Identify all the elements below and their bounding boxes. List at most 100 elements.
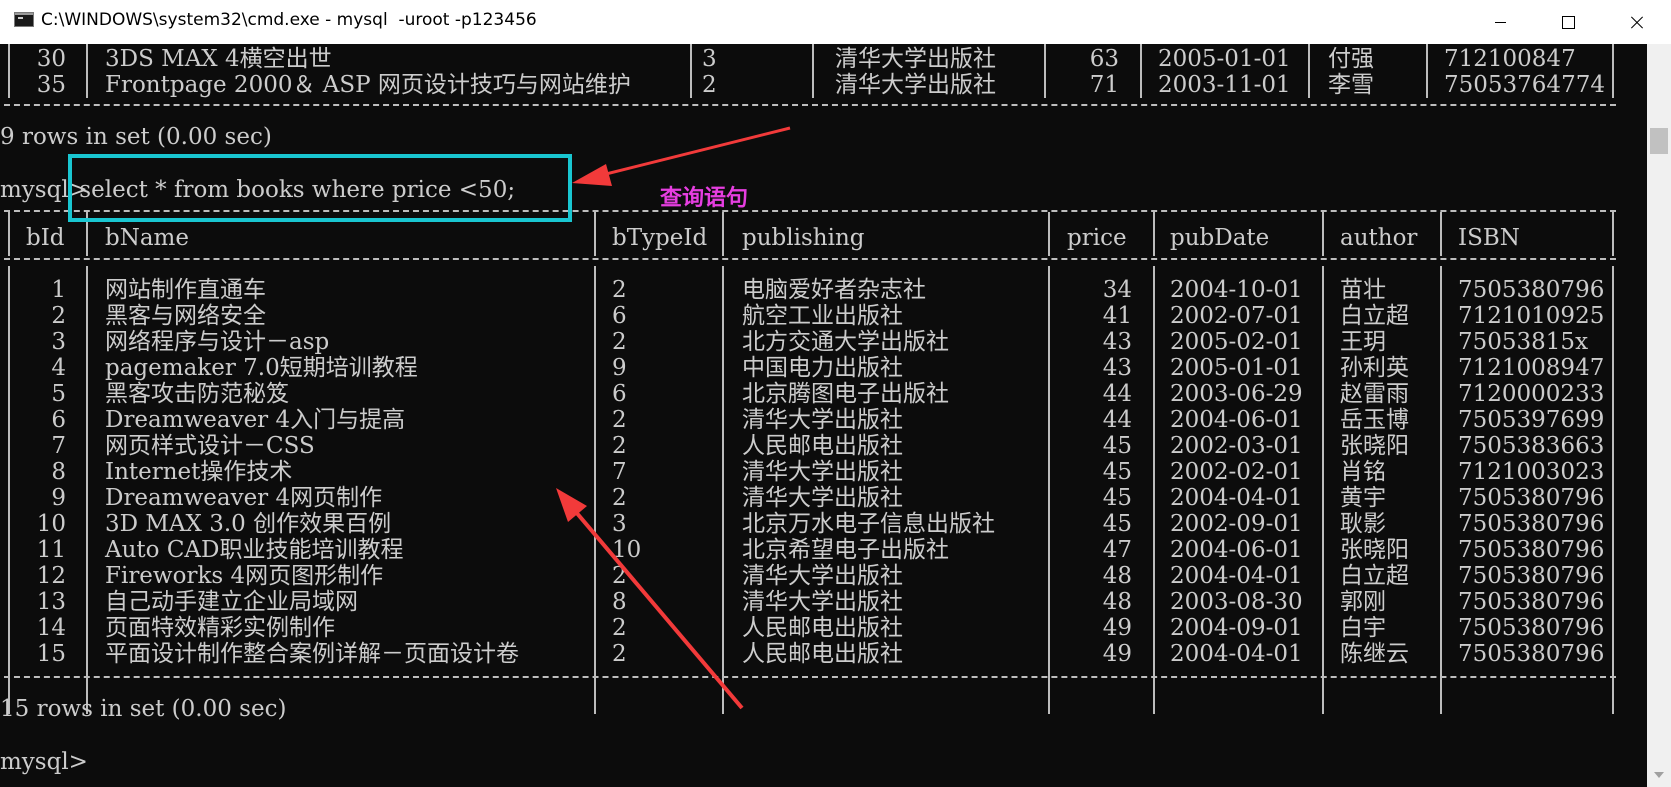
cell-author: 白立超 (1340, 563, 1409, 589)
body-column-separator-6 (1322, 266, 1324, 714)
cell-author: 耿影 (1340, 511, 1386, 537)
title-bar: C:\WINDOWS\system32\cmd.exe - mysql -uro… (0, 0, 1671, 45)
cell-price: 43 (1102, 329, 1132, 355)
cell-bName: pagemaker 7.0短期培训教程 (105, 355, 418, 381)
body-column-separator-0 (8, 266, 10, 714)
cell-price: 44 (1102, 381, 1132, 407)
cell-bTypeId: 2 (612, 615, 627, 641)
cell-bTypeId: 2 (612, 407, 627, 433)
cell-price: 47 (1102, 537, 1132, 563)
cell-bName: 3D MAX 3.0 创作效果百例 (105, 511, 392, 537)
cell-publishing: 清华大学出版社 (742, 459, 903, 485)
prev-cell-publishing: 清华大学出版社 (835, 72, 996, 98)
cell-author: 肖铭 (1340, 459, 1386, 485)
cell-bId: 11 (36, 537, 66, 563)
cell-bTypeId: 2 (612, 485, 627, 511)
column-header-bName: bName (105, 225, 189, 251)
cell-bName: Dreamweaver 4入门与提高 (105, 407, 406, 433)
header-column-separator-3 (722, 212, 724, 256)
cell-publishing: 北京万水电子信息出版社 (742, 511, 995, 537)
cell-publishing: 清华大学出版社 (742, 589, 903, 615)
cell-ISBN: 7121008947 (1458, 355, 1605, 381)
prev-table-column-separator-5 (1140, 44, 1142, 98)
cell-pubDate: 2002-03-01 (1170, 433, 1303, 459)
cell-ISBN: 7505380796 (1458, 563, 1605, 589)
scroll-thumb[interactable] (1650, 128, 1668, 154)
cell-pubDate: 2002-02-01 (1170, 459, 1303, 485)
table-header-border (0, 252, 1616, 264)
scroll-down-arrow-icon[interactable] (1654, 772, 1664, 778)
cell-bName: 页面特效精彩实例制作 (105, 615, 335, 641)
cell-bTypeId: 8 (612, 589, 627, 615)
cell-bId: 2 (51, 303, 66, 329)
cell-bName: 自己动手建立企业局域网 (105, 589, 358, 615)
cell-ISBN: 7505380796 (1458, 615, 1605, 641)
annotation-label: 查询语句 (660, 186, 749, 211)
table-bottom-border (0, 670, 1616, 682)
vertical-scrollbar[interactable] (1647, 44, 1671, 787)
cell-bId: 13 (36, 589, 66, 615)
prev-table-column-separator-8 (1612, 44, 1614, 98)
prev-cell-publishing: 清华大学出版社 (835, 46, 996, 72)
cmd-app-icon (14, 12, 34, 27)
cell-bId: 14 (36, 615, 66, 641)
prev-cell-bTypeId: 3 (702, 46, 717, 72)
cell-bTypeId: 2 (612, 433, 627, 459)
cell-pubDate: 2004-04-01 (1170, 485, 1303, 511)
body-column-separator-1 (86, 266, 88, 714)
cell-ISBN: 7505397699 (1458, 407, 1605, 433)
prev-cell-price: 63 (1089, 46, 1119, 72)
cell-author: 王玥 (1340, 329, 1386, 355)
cell-pubDate: 2004-04-01 (1170, 563, 1303, 589)
cell-price: 48 (1102, 563, 1132, 589)
cell-pubDate: 2005-01-01 (1170, 355, 1303, 381)
close-icon[interactable] (1603, 0, 1671, 44)
cell-publishing: 中国电力出版社 (742, 355, 903, 381)
cell-price: 41 (1102, 303, 1132, 329)
cell-price: 45 (1102, 511, 1132, 537)
cell-bName: Auto CAD职业技能培训教程 (105, 537, 404, 563)
cell-bTypeId: 6 (612, 303, 627, 329)
cell-bName: Fireworks 4网页图形制作 (105, 563, 384, 589)
cell-bTypeId: 10 (612, 537, 642, 563)
cell-pubDate: 2004-04-01 (1170, 641, 1303, 667)
cell-price: 49 (1102, 641, 1132, 667)
cell-pubDate: 2003-08-30 (1170, 589, 1303, 615)
cell-ISBN: 7505380796 (1458, 589, 1605, 615)
query-highlight-box (68, 154, 572, 222)
cell-ISBN: 7505383663 (1458, 433, 1605, 459)
cell-author: 岳玉博 (1340, 407, 1409, 433)
cell-ISBN: 7121003023 (1458, 459, 1605, 485)
cell-price: 45 (1102, 459, 1132, 485)
cell-bName: 黑客攻击防范秘笈 (105, 381, 289, 407)
prev-cell-author: 李雪 (1328, 72, 1374, 98)
cell-price: 45 (1102, 433, 1132, 459)
minimize-icon[interactable] (1466, 0, 1534, 44)
prev-cell-bName: Frontpage 2000＆ ASP 网页设计技巧与网站维护 (105, 72, 631, 98)
cell-pubDate: 2002-07-01 (1170, 303, 1303, 329)
prev-table-column-separator-4 (1044, 44, 1046, 98)
cell-author: 黄宇 (1340, 485, 1386, 511)
maximize-icon[interactable] (1534, 0, 1602, 44)
cell-bId: 8 (51, 459, 66, 485)
cell-author: 张晓阳 (1340, 537, 1409, 563)
cell-author: 白宇 (1340, 615, 1386, 641)
cell-bTypeId: 7 (612, 459, 627, 485)
cell-author: 赵雷雨 (1340, 381, 1409, 407)
prev-cell-author: 付强 (1328, 46, 1374, 72)
cell-bId: 6 (51, 407, 66, 433)
cell-bTypeId: 2 (612, 641, 627, 667)
cell-bId: 10 (36, 511, 66, 537)
cell-ISBN: 7505380796 (1458, 537, 1605, 563)
cell-author: 苗壮 (1340, 277, 1386, 303)
final-prompt-line[interactable]: mysql> (0, 749, 88, 775)
cell-bTypeId: 3 (612, 511, 627, 537)
cell-bName: 黑客与网络安全 (105, 303, 266, 329)
cell-bId: 3 (51, 329, 66, 355)
cell-ISBN: 75053815x (1458, 329, 1589, 355)
cell-price: 49 (1102, 615, 1132, 641)
prev-cell-bId: 30 (36, 46, 66, 72)
cell-price: 43 (1102, 355, 1132, 381)
column-header-publishing: publishing (742, 225, 865, 251)
cell-bTypeId: 9 (612, 355, 627, 381)
